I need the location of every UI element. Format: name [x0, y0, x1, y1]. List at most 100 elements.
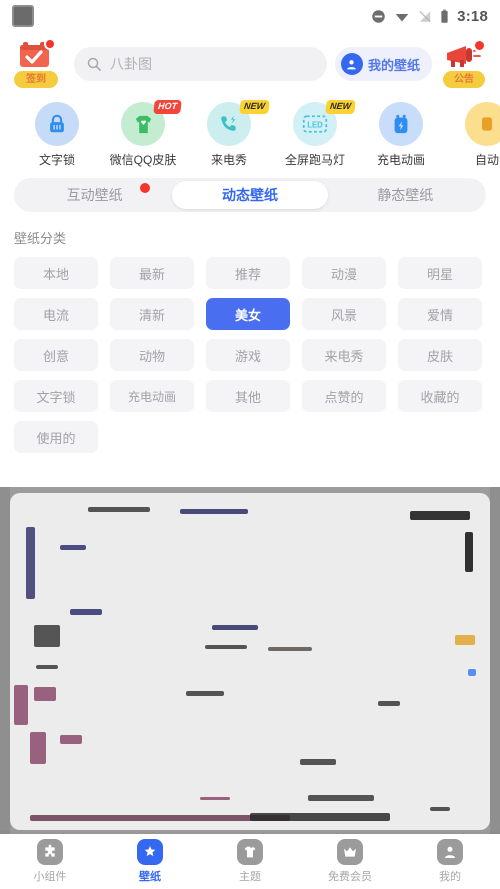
category-chip[interactable]: 点赞的: [302, 380, 386, 412]
chip-label: 风景: [330, 307, 357, 323]
chip-label: 来电秀: [324, 348, 364, 364]
feature-label: 来电秀: [210, 153, 247, 167]
tab-interactive-wallpaper[interactable]: 互动壁纸: [17, 181, 172, 209]
nav-item-free-member[interactable]: 免费会员: [300, 839, 400, 884]
app-square-icon: [12, 5, 34, 27]
checkin-label: 签到: [14, 71, 58, 88]
svg-text:LED: LED: [307, 120, 323, 129]
checkin-red-dot: [44, 38, 56, 50]
category-chip[interactable]: 动物: [110, 339, 194, 371]
category-chip[interactable]: 最新: [110, 257, 194, 289]
new-badge: NEW: [325, 100, 356, 114]
smear: [455, 635, 475, 645]
category-chip[interactable]: 清新: [110, 298, 194, 330]
signal-off-icon: [419, 10, 431, 22]
feature-item-wechat-qq-skin[interactable]: HOT 微信QQ皮肤: [100, 100, 186, 168]
chip-label: 使用的: [36, 430, 76, 446]
category-chip[interactable]: 游戏: [206, 339, 290, 371]
nav-item-theme[interactable]: 主题: [200, 839, 300, 884]
smear: [465, 532, 473, 572]
shirt-icon: [237, 839, 263, 865]
announcement-red-dot: [473, 39, 486, 52]
category-chip[interactable]: 风景: [302, 298, 386, 330]
tab-red-dot: [140, 183, 151, 193]
nav-item-wallpaper[interactable]: 壁纸: [100, 839, 200, 884]
feature-label: 微信QQ皮肤: [109, 153, 177, 167]
category-chip[interactable]: 其他: [206, 380, 290, 412]
my-wallpaper-button[interactable]: 我的壁纸: [334, 47, 432, 81]
search-placeholder: 八卦图: [110, 56, 152, 72]
chip-label: 最新: [138, 266, 165, 282]
lock-icon: [35, 102, 79, 146]
feature-shortcut-row: 文字锁 HOT 微信QQ皮肤 NEW 来电秀 LED NEW 全屏跑马灯 充电动…: [0, 96, 500, 172]
category-chip[interactable]: 爱情: [398, 298, 482, 330]
smear: [34, 625, 60, 647]
feature-item-fullscreen-marquee[interactable]: LED NEW 全屏跑马灯: [272, 100, 358, 168]
smear: [88, 507, 150, 512]
smear: [300, 759, 336, 765]
category-chip[interactable]: 来电秀: [302, 339, 386, 371]
feature-label: 充电动画: [376, 153, 425, 167]
nav-label: 主题: [239, 871, 261, 883]
smear: [268, 647, 312, 651]
nav-label: 小组件: [33, 871, 67, 883]
search-input[interactable]: 八卦图: [74, 47, 327, 81]
tab-live-wallpaper[interactable]: 动态壁纸: [172, 181, 328, 209]
announcement-button[interactable]: 公告: [440, 38, 490, 90]
feature-item-charge-animation[interactable]: 充电动画: [358, 102, 444, 168]
feature-label: 自动: [474, 153, 499, 167]
grid-right-edge: [490, 487, 500, 834]
feature-item-auto[interactable]: 自动: [444, 102, 500, 168]
category-chip[interactable]: 文字锁: [14, 380, 98, 412]
puzzle-icon: [37, 839, 63, 865]
category-chip[interactable]: 电流: [14, 298, 98, 330]
nav-label: 我的: [439, 871, 461, 883]
category-chip-list: 本地 最新 推荐 动漫 明星 电流 清新 美女 风景 爱情 创意 动物 游戏 来…: [14, 257, 486, 453]
category-chip[interactable]: 创意: [14, 339, 98, 371]
new-badge: NEW: [239, 100, 270, 114]
tab-label: 静态壁纸: [377, 187, 434, 203]
category-chip[interactable]: 使用的: [14, 421, 98, 453]
sparkle-icon: [137, 839, 163, 865]
category-chip[interactable]: 充电动画: [110, 380, 194, 412]
nav-item-widgets[interactable]: 小组件: [0, 839, 100, 884]
category-chip[interactable]: 推荐: [206, 257, 290, 289]
chip-label: 皮肤: [426, 348, 453, 364]
auto-icon: [465, 102, 500, 146]
status-bar: 3:18: [0, 0, 500, 32]
smear: [34, 687, 56, 701]
crown-icon: [337, 839, 363, 865]
category-chip[interactable]: 皮肤: [398, 339, 482, 371]
smear: [378, 701, 400, 706]
smear: [26, 527, 35, 599]
chip-label: 点赞的: [324, 389, 364, 405]
smear: [212, 625, 258, 630]
feature-item-caller-show[interactable]: NEW 来电秀: [186, 100, 272, 168]
battery-charge-icon: [379, 102, 423, 146]
feature-label: 文字锁: [38, 153, 75, 167]
nav-item-mine[interactable]: 我的: [400, 839, 500, 884]
hot-badge: HOT: [153, 100, 182, 114]
smear: [430, 807, 450, 811]
chip-label: 动物: [138, 348, 165, 364]
smear: [308, 795, 374, 801]
tab-static-wallpaper[interactable]: 静态壁纸: [328, 181, 483, 209]
chip-label: 其他: [234, 389, 261, 405]
wallpaper-grid-area[interactable]: [0, 487, 500, 834]
chip-label: 充电动画: [127, 389, 176, 404]
chip-label: 收藏的: [420, 389, 460, 405]
category-chip[interactable]: 本地: [14, 257, 98, 289]
feature-item-wenzisuo[interactable]: 文字锁: [14, 102, 100, 168]
redacted-overlay: [10, 493, 490, 830]
category-chip-selected[interactable]: 美女: [206, 298, 290, 330]
checkin-button[interactable]: 签到: [10, 38, 66, 90]
feature-label: 全屏跑马灯: [284, 153, 345, 167]
do-not-disturb-icon: [372, 9, 385, 23]
category-chip[interactable]: 明星: [398, 257, 482, 289]
smear: [180, 509, 248, 514]
category-chip[interactable]: 收藏的: [398, 380, 482, 412]
chip-label: 游戏: [234, 348, 261, 364]
chip-label: 美女: [234, 307, 261, 323]
smear: [205, 645, 247, 649]
category-chip[interactable]: 动漫: [302, 257, 386, 289]
